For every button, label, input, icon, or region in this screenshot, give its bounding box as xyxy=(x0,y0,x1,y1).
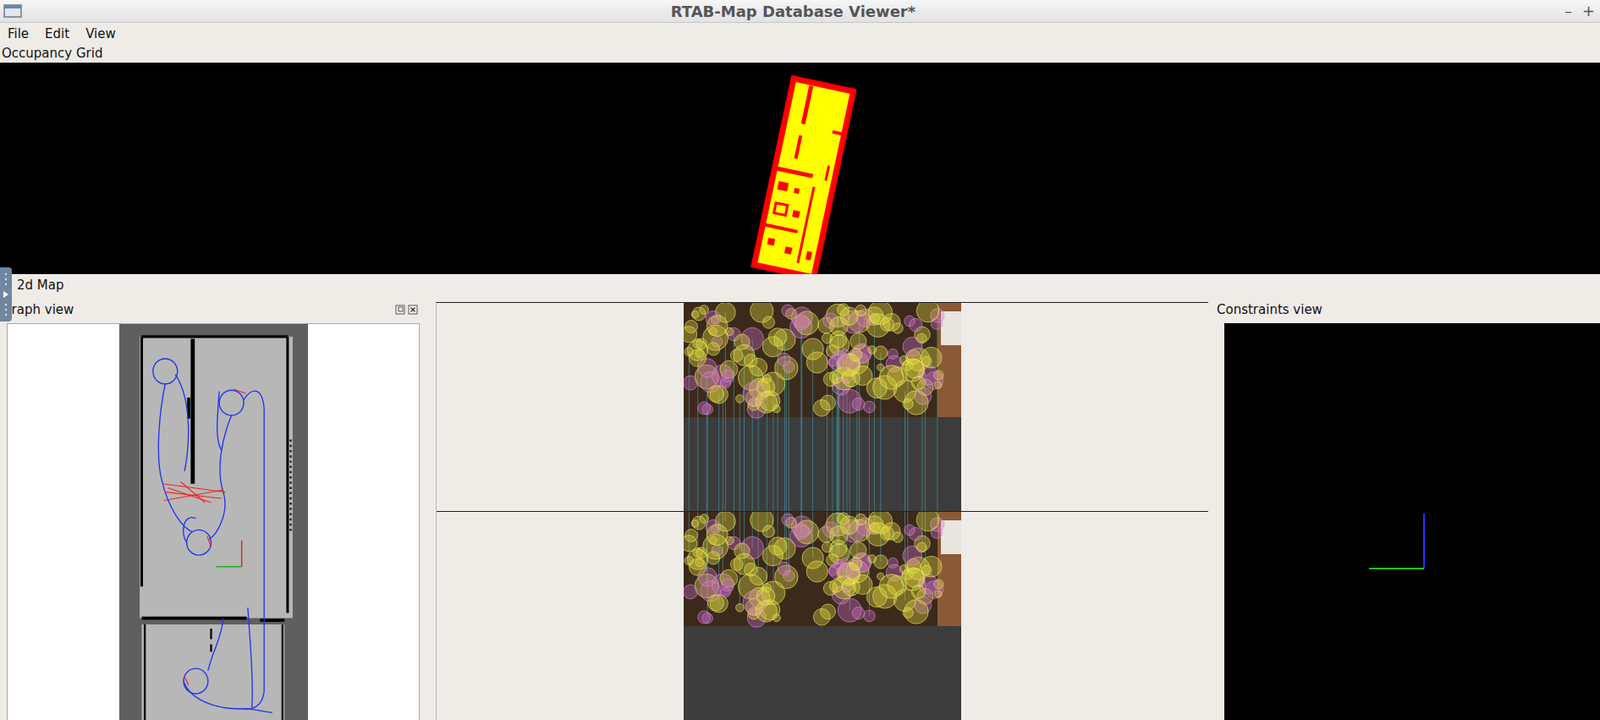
occupancy-grid-view[interactable] xyxy=(0,62,1600,275)
occupancy-grid-title: Occupancy Grid xyxy=(0,43,1600,63)
menu-item[interactable]: View xyxy=(77,26,125,42)
graph-view-header: Graph view xyxy=(0,295,425,324)
graph-view-title: Graph view xyxy=(1,302,74,318)
database-viewer-window: RTAB-Map Database Viewer* –+ FileEditVie… xyxy=(0,0,1600,720)
image-frame xyxy=(683,302,962,512)
window-title: RTAB-Map Database Viewer* xyxy=(21,2,1565,21)
window-controls: –+ xyxy=(1564,3,1600,19)
axes-icon xyxy=(1224,323,1600,720)
occupancy-map xyxy=(0,62,1600,275)
side-panel-handle[interactable] xyxy=(0,267,12,322)
close-icon[interactable] xyxy=(407,304,418,315)
window-control-button[interactable]: + xyxy=(1582,3,1595,19)
constraints-view-dock: Constraints view xyxy=(1215,295,1600,720)
handle-arrow-icon xyxy=(0,267,12,322)
constraints-view[interactable] xyxy=(1224,323,1600,720)
image-comparison-panel xyxy=(435,302,1209,720)
menu-item[interactable]: Edit xyxy=(37,26,78,42)
graph-map xyxy=(119,324,308,720)
window-icon xyxy=(3,3,22,19)
constraints-view-header: Constraints view xyxy=(1215,295,1600,324)
image-view-top[interactable] xyxy=(436,302,1209,512)
menu-bar: FileEditView xyxy=(0,22,1600,44)
constraints-view-title: Constraints view xyxy=(1216,302,1323,318)
map-2d-title: 2d Map xyxy=(0,274,1600,296)
graph-view[interactable] xyxy=(6,323,420,720)
window-control-button[interactable]: – xyxy=(1564,3,1573,19)
menu-item[interactable]: File xyxy=(0,26,38,42)
title-bar: RTAB-Map Database Viewer* –+ xyxy=(0,0,1600,23)
image-view-bottom[interactable] xyxy=(436,511,1209,720)
graph-view-dock: Graph view xyxy=(0,295,425,720)
bottom-area: Graph view Constraints view xyxy=(0,295,1600,720)
image-frame xyxy=(683,511,962,720)
float-icon[interactable] xyxy=(395,304,406,315)
